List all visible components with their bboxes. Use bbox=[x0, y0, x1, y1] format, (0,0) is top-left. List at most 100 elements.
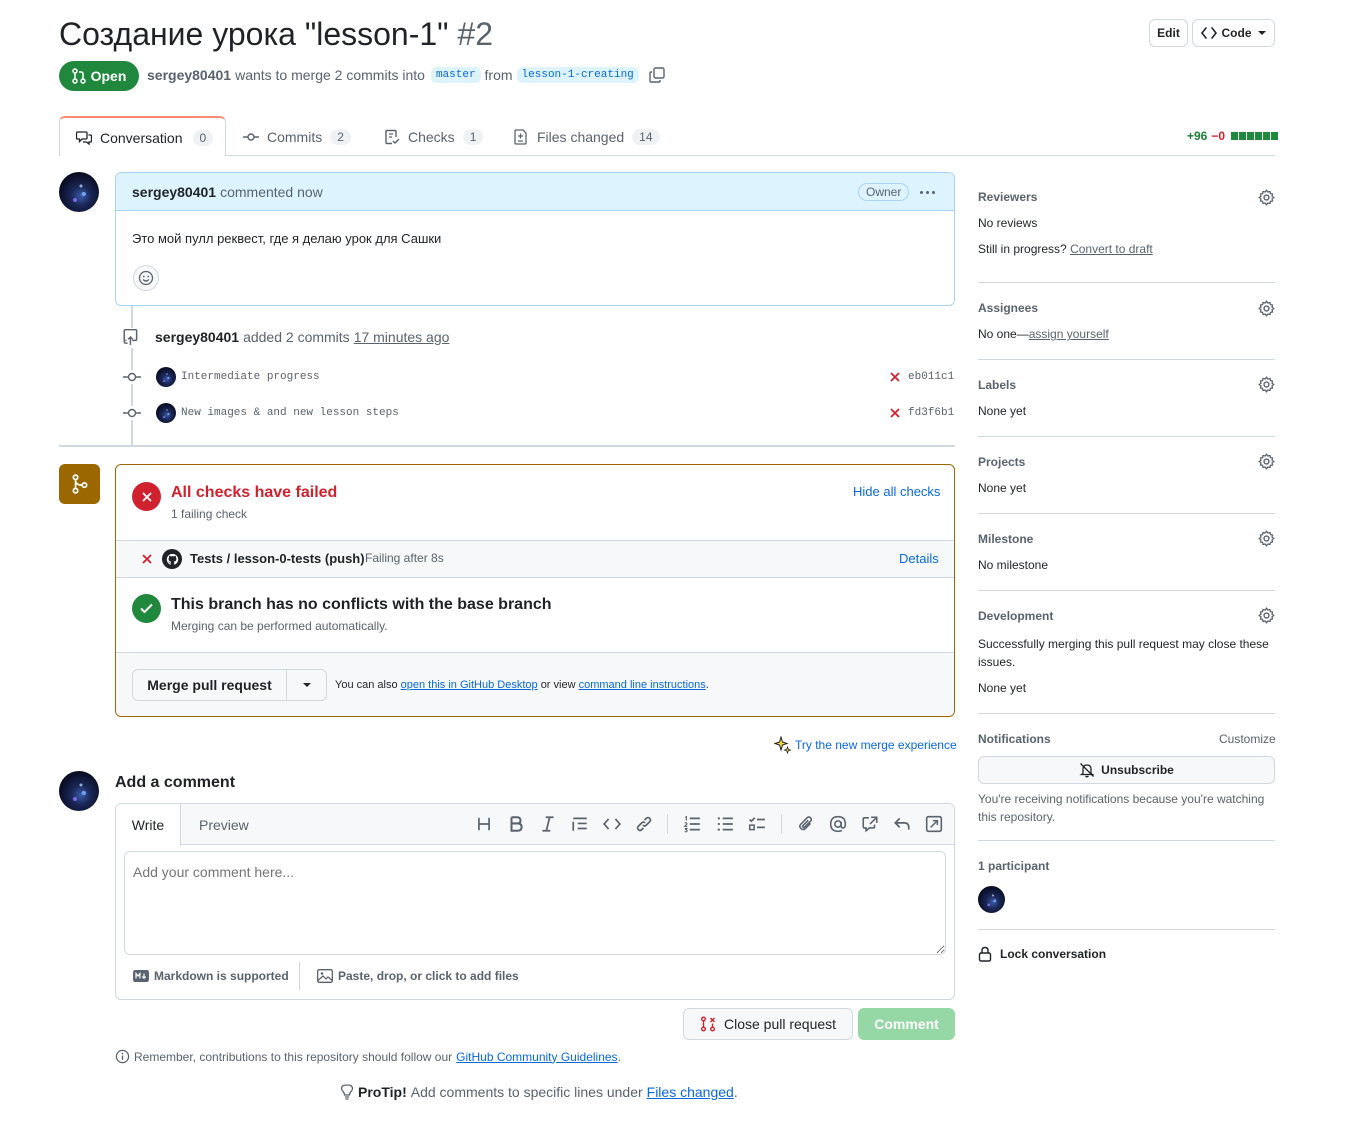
avatar[interactable] bbox=[978, 886, 1005, 913]
unsubscribe-button[interactable]: Unsubscribe bbox=[978, 756, 1275, 784]
comment-button[interactable]: Comment bbox=[858, 1008, 955, 1040]
labels-title[interactable]: Labels bbox=[978, 378, 1016, 392]
head-branch[interactable]: lesson-1-creating bbox=[516, 67, 639, 83]
lock-conversation[interactable]: Lock conversation bbox=[978, 946, 1106, 962]
hide-checks-link[interactable]: Hide all checks bbox=[853, 484, 940, 499]
merge-method-dropdown[interactable] bbox=[286, 669, 327, 701]
labels-value: None yet bbox=[978, 404, 1027, 418]
avatar[interactable] bbox=[59, 771, 99, 811]
mention-icon[interactable] bbox=[829, 815, 847, 833]
command-line-link[interactable]: command line instructions bbox=[579, 679, 706, 691]
tab-files-changed[interactable]: Files changed 14 bbox=[513, 117, 660, 157]
reviewers-value: No reviews bbox=[978, 216, 1038, 230]
tab-preview[interactable]: Preview bbox=[199, 817, 249, 833]
diffstat: +96 −0 bbox=[1187, 129, 1279, 143]
assignees-title[interactable]: Assignees bbox=[978, 301, 1038, 315]
base-branch[interactable]: master bbox=[430, 67, 481, 83]
gear-icon[interactable] bbox=[1258, 530, 1275, 547]
check-row: Tests / lesson-0-tests (push) Failing af… bbox=[116, 540, 954, 578]
projects-title[interactable]: Projects bbox=[978, 455, 1025, 469]
x-icon[interactable] bbox=[889, 407, 901, 419]
close-pull-request-button[interactable]: Close pull request bbox=[683, 1008, 853, 1040]
image-icon bbox=[317, 969, 333, 983]
list-ordered-icon[interactable] bbox=[683, 815, 701, 833]
attach-files-hint[interactable]: Paste, drop, or click to add files bbox=[317, 969, 519, 983]
commit-message[interactable]: Intermediate progress bbox=[181, 371, 320, 383]
pr-author[interactable]: sergey80401 bbox=[147, 67, 231, 83]
commits-event: sergey80401 added 2 commits 17 minutes a… bbox=[155, 329, 450, 345]
event-time[interactable]: 17 minutes ago bbox=[354, 329, 450, 345]
convert-to-draft-link[interactable]: Convert to draft bbox=[1070, 242, 1153, 256]
development-title[interactable]: Development bbox=[978, 609, 1053, 623]
tasklist-icon[interactable] bbox=[748, 815, 766, 833]
reviewers-title[interactable]: Reviewers bbox=[978, 190, 1037, 204]
smiley-icon[interactable] bbox=[133, 265, 159, 291]
comment-textarea[interactable] bbox=[124, 851, 946, 955]
comment-header: sergey80401 commented now bbox=[116, 173, 954, 211]
community-guidelines-link[interactable]: GitHub Community Guidelines bbox=[456, 1050, 617, 1064]
avatar[interactable] bbox=[59, 172, 99, 212]
link-icon[interactable] bbox=[635, 815, 653, 833]
code-icon[interactable] bbox=[603, 815, 621, 833]
info-icon bbox=[115, 1049, 130, 1064]
copy-icon[interactable] bbox=[649, 67, 665, 83]
pr-meta: sergey80401 wants to merge 2 commits int… bbox=[147, 67, 665, 83]
files-changed-link[interactable]: Files changed bbox=[647, 1084, 734, 1100]
comment-time[interactable]: commented now bbox=[220, 184, 323, 200]
diffstat-bar bbox=[1231, 132, 1279, 140]
customize-link[interactable]: Customize bbox=[1219, 732, 1276, 746]
avatar[interactable] bbox=[156, 367, 176, 387]
comment-author[interactable]: sergey80401 bbox=[132, 184, 216, 200]
commit-message[interactable]: New images & and new lesson steps bbox=[181, 407, 399, 419]
cross-reference-icon[interactable] bbox=[861, 815, 879, 833]
tab-bar bbox=[59, 155, 1275, 156]
git-commit-icon bbox=[243, 133, 259, 141]
gear-icon[interactable] bbox=[1258, 453, 1275, 470]
bold-icon[interactable] bbox=[507, 815, 525, 833]
conflicts-subtitle: Merging can be performed automatically. bbox=[171, 619, 388, 633]
event-author[interactable]: sergey80401 bbox=[155, 329, 239, 345]
gear-icon[interactable] bbox=[1258, 300, 1275, 317]
git-commit-icon bbox=[123, 406, 141, 420]
light-bulb-icon bbox=[340, 1084, 354, 1100]
kebab-horizontal-icon[interactable] bbox=[917, 182, 937, 202]
assign-yourself-link[interactable]: assign yourself bbox=[1029, 327, 1109, 341]
quote-icon[interactable] bbox=[571, 815, 589, 833]
tab-checks[interactable]: Checks 1 bbox=[384, 117, 484, 157]
gear-icon[interactable] bbox=[1258, 376, 1275, 393]
chevron-down-icon bbox=[1257, 31, 1266, 35]
details-link[interactable]: Details bbox=[899, 551, 939, 566]
add-comment-title: Add a comment bbox=[115, 774, 236, 791]
gear-icon[interactable] bbox=[1258, 607, 1275, 624]
github-desktop-link[interactable]: open this in GitHub Desktop bbox=[401, 679, 538, 691]
tab-conversation[interactable]: Conversation 0 bbox=[59, 116, 226, 156]
code-button[interactable]: Code bbox=[1192, 19, 1275, 47]
markdown-hint[interactable]: Markdown is supported bbox=[133, 969, 289, 983]
italic-icon[interactable] bbox=[539, 815, 557, 833]
divider bbox=[978, 359, 1275, 360]
comment-discussion-icon bbox=[76, 131, 92, 146]
divider bbox=[978, 840, 1275, 841]
milestone-title[interactable]: Milestone bbox=[978, 532, 1033, 546]
toolbar-divider bbox=[781, 814, 782, 834]
paperclip-icon[interactable] bbox=[797, 815, 815, 833]
x-icon[interactable] bbox=[889, 371, 901, 383]
commit-sha[interactable]: eb011c1 bbox=[908, 371, 954, 383]
edit-button[interactable]: Edit bbox=[1149, 19, 1188, 47]
try-new-merge[interactable]: Try the new merge experience bbox=[774, 736, 957, 754]
tab-commits[interactable]: Commits 2 bbox=[243, 117, 351, 157]
milestone-value: No milestone bbox=[978, 558, 1049, 572]
gear-icon[interactable] bbox=[1258, 189, 1275, 206]
merge-box: All checks have failed 1 failing check H… bbox=[115, 464, 955, 717]
list-unordered-icon[interactable] bbox=[716, 815, 734, 833]
merge-pull-request-button[interactable]: Merge pull request bbox=[132, 669, 287, 701]
commit-sha[interactable]: fd3f6b1 bbox=[908, 407, 954, 419]
heading-icon[interactable] bbox=[475, 815, 493, 833]
reply-icon[interactable] bbox=[893, 815, 911, 833]
avatar[interactable] bbox=[156, 403, 176, 423]
fullscreen-icon[interactable] bbox=[925, 815, 943, 833]
lock-icon bbox=[978, 946, 992, 962]
merge-help: You can also open this in GitHub Desktop… bbox=[335, 679, 709, 691]
tab-write[interactable]: Write bbox=[116, 804, 181, 846]
check-circle-fill-icon bbox=[132, 594, 161, 623]
